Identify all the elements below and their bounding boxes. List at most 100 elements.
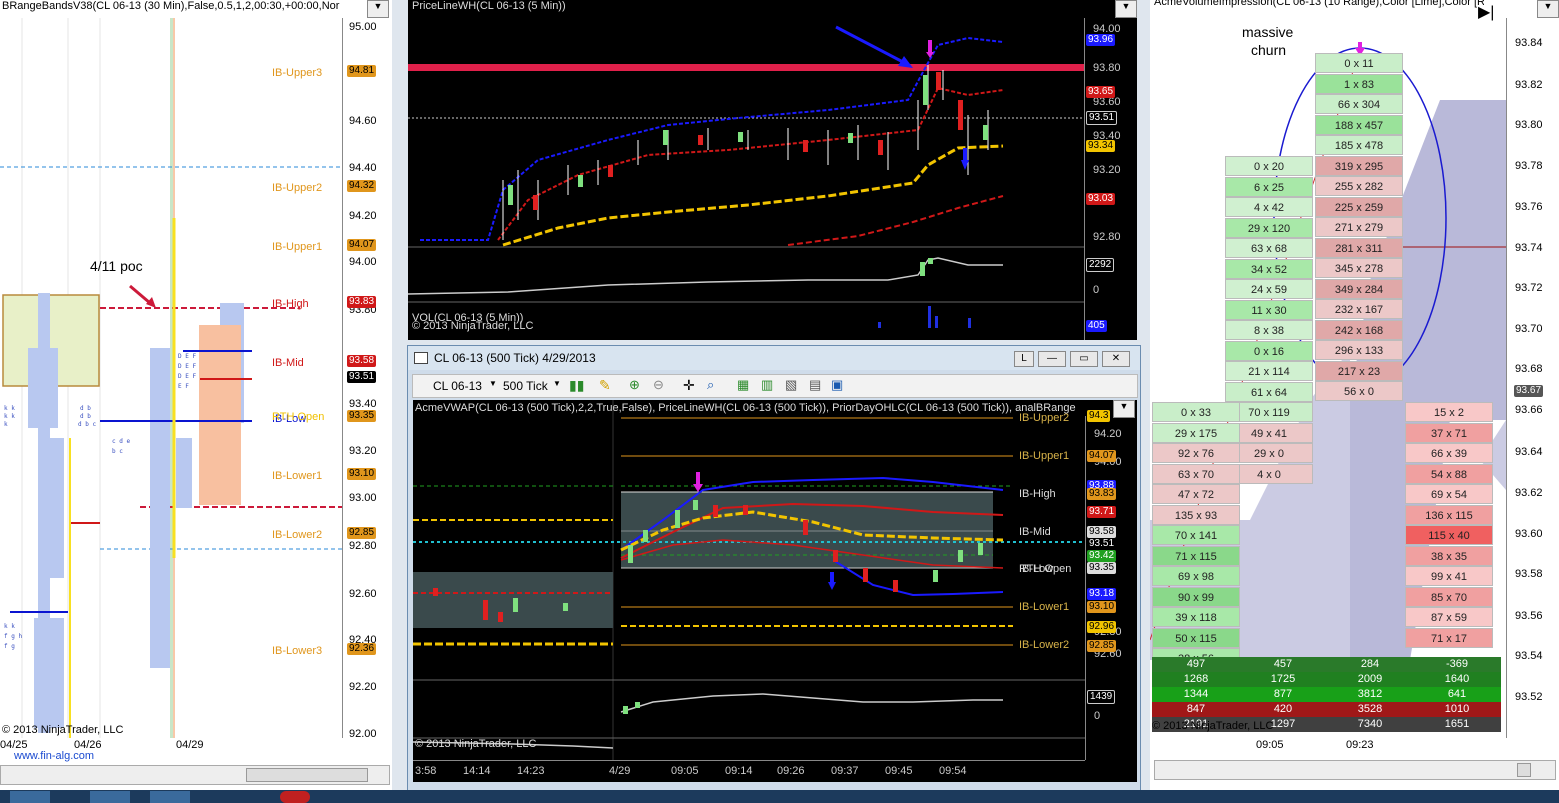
window-toolbar: CL 06-13 ▼ 500 Tick ▼ ▮▮ ✎ ⊕ ⊖ ✛ ⌕ ▦ ▥ ▧… (412, 374, 1138, 398)
volume-cell: 87 x 59 (1405, 607, 1493, 627)
volume-impression-chart: AcmeVolumeImpression(CL 06-13 (10 Range)… (1150, 0, 1559, 790)
tick-tag: 93.10 (1087, 601, 1117, 613)
tick-level-ib-upper2: IB-Upper2 (1019, 412, 1070, 424)
tick-tag: 93.71 (1087, 506, 1117, 518)
tick-tag: 94.3 (1087, 410, 1111, 422)
chart-style-icon[interactable]: ▧ (785, 377, 797, 393)
tag-ib-mid: 93.58 (347, 355, 377, 367)
scroll-thumb[interactable] (246, 768, 368, 782)
top-menu-dropdown[interactable]: ▼ (1115, 0, 1137, 18)
volume-cell: 63 x 70 (1152, 463, 1240, 484)
time-label: 09:54 (939, 765, 967, 777)
summary-cell: 284 (1326, 657, 1414, 672)
level-ib-lower2: IB-Lower2 (272, 529, 323, 541)
bar-type-icon[interactable]: ▮▮ (569, 377, 584, 394)
close-button[interactable]: ✕ (1102, 351, 1130, 367)
taskbar-button[interactable] (90, 791, 130, 803)
summary-cell: 641 (1413, 687, 1501, 702)
time-label: 09:05 (671, 765, 699, 777)
summary-cell: 457 (1239, 657, 1327, 672)
minimize-button[interactable]: — (1038, 351, 1066, 367)
data-box-icon[interactable]: ▣ (831, 377, 843, 393)
taskbar-button[interactable] (150, 791, 190, 803)
pencil-icon[interactable]: ✎ (599, 377, 611, 394)
magnify-plus-icon[interactable]: ⊕ (629, 377, 640, 393)
volume-cell: 225 x 259 (1315, 196, 1403, 217)
volume-cell: 66 x 39 (1405, 443, 1493, 463)
price-label: 94.20 (349, 210, 377, 222)
taskbar-button[interactable] (10, 791, 50, 803)
price-label: 93.82 (1515, 79, 1543, 91)
right-scrollbar[interactable] (1154, 760, 1556, 780)
magnify-minus-icon[interactable]: ⊖ (653, 377, 664, 393)
svg-text:k k: k k (4, 405, 15, 412)
right-menu-dropdown[interactable]: ▼ (1537, 0, 1559, 18)
time-label: 09:37 (831, 765, 859, 777)
top-tag-last: 93.51 (1086, 111, 1118, 125)
price-label: 93.84 (1515, 37, 1543, 49)
annotation-churn: churn (1251, 42, 1287, 58)
taskbar-button[interactable] (280, 791, 310, 803)
time-label: 09:05 (1256, 739, 1284, 751)
link-button[interactable]: L (1014, 351, 1034, 367)
price-label: 93.58 (1515, 568, 1543, 580)
summary-cell: 420 (1239, 702, 1327, 717)
summary-cell: 1010 (1413, 702, 1501, 717)
instrument-selector[interactable]: CL 06-13 (433, 379, 482, 393)
volume-cell: 38 x 35 (1405, 545, 1493, 566)
maximize-button[interactable]: ▭ (1070, 351, 1098, 367)
summary-cell: 497 (1152, 657, 1240, 672)
volume-cell: 50 x 115 (1152, 627, 1240, 648)
window-titlebar[interactable]: CL 06-13 (500 Tick) 4/29/2013 L — ▭ ✕ (408, 346, 1140, 370)
svg-text:f g h: f g h (4, 633, 22, 640)
volume-cell: 4 x 42 (1225, 197, 1313, 217)
crosshair-icon[interactable]: ✛ (683, 377, 695, 394)
level-ib-lower3: IB-Lower3 (272, 645, 323, 657)
tag-ib-upper2: 94.32 (347, 180, 377, 192)
interval-selector[interactable]: 500 Tick (503, 379, 548, 393)
volume-cell: 29 x 120 (1225, 217, 1313, 238)
volume-cell: 71 x 17 (1405, 627, 1493, 648)
poc-annotation: 4/11 poc (90, 258, 143, 274)
volume-cell: 92 x 76 (1152, 443, 1240, 463)
time-label: 14:14 (463, 765, 491, 777)
time-label: 4/29 (609, 765, 631, 777)
indicators-icon[interactable]: ▦ (737, 377, 749, 393)
tick-chart-window[interactable]: CL 06-13 (500 Tick) 4/29/2013 L — ▭ ✕ CL… (407, 345, 1141, 792)
price-label: 93.78 (1515, 160, 1543, 172)
tag-ib-upper1: 94.07 (347, 239, 377, 251)
price-label: 93.80 (1515, 119, 1543, 131)
level-ib-upper2: IB-Upper2 (272, 182, 323, 194)
summary-cell: 1725 (1239, 672, 1327, 687)
price-label: 93.60 (1515, 528, 1543, 540)
level-ib-upper1: IB-Upper1 (272, 241, 323, 253)
svg-text:D E F: D E F (178, 363, 196, 370)
volume-cell: 54 x 88 (1405, 463, 1493, 484)
properties-icon[interactable]: ▤ (809, 377, 821, 393)
zoom-icon[interactable]: ⌕ (707, 377, 714, 393)
price-label: 94.20 (1094, 428, 1122, 440)
volume-cell: 66 x 304 (1315, 94, 1403, 114)
time-label: 09:23 (1346, 739, 1374, 751)
volume-cell: 8 x 38 (1225, 320, 1313, 340)
level-ib-high: IB-High (272, 298, 309, 310)
date-label: 04/25 (0, 739, 28, 751)
left-scrollbar[interactable] (0, 765, 390, 785)
interval-dropdown-icon[interactable]: ▼ (553, 379, 561, 388)
volume-zero-label: 0 (1094, 710, 1101, 722)
volume-cell: 349 x 284 (1315, 278, 1403, 299)
price-label: 92.80 (349, 540, 377, 552)
tick-level-ib-mid: IB-Mid (1019, 526, 1051, 538)
tick-tag: 93.42 (1087, 550, 1117, 562)
instrument-dropdown-icon[interactable]: ▼ (489, 379, 497, 388)
strategies-icon[interactable]: ▥ (761, 377, 773, 393)
scroll-thumb[interactable] (1517, 763, 1531, 777)
price-label: 94.40 (349, 162, 377, 174)
volume-cell: 0 x 20 (1225, 156, 1313, 176)
left-menu-dropdown[interactable]: ▼ (367, 0, 389, 18)
svg-text:f g: f g (4, 643, 15, 650)
volume-cell: 70 x 141 (1152, 525, 1240, 545)
volume-cell: 21 x 114 (1225, 361, 1313, 381)
right-price-axis: 93.84 93.82 93.80 93.78 93.76 93.74 93.7… (1506, 18, 1559, 738)
top-tag-red-band: 93.65 (1086, 86, 1116, 98)
